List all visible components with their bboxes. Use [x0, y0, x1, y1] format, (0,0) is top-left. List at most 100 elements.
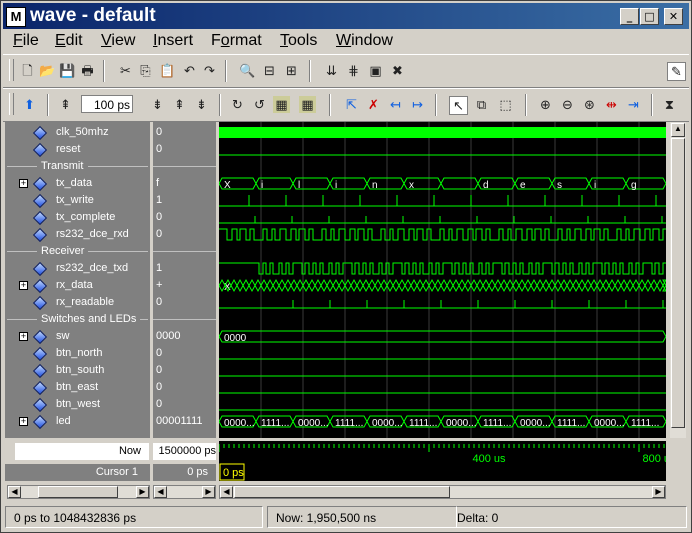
add-cursor-icon[interactable]: ⇱ [343, 96, 360, 113]
zoom-last-icon[interactable]: ⇥ [625, 96, 642, 113]
vertical-scroll-thumb[interactable] [671, 138, 685, 428]
scroll-right-button[interactable]: ▶ [202, 486, 215, 498]
expand-icon[interactable]: ⊞ [283, 62, 300, 79]
scroll-left-button[interactable]: ◀ [154, 486, 167, 498]
signal-row-btn_north[interactable]: btn_north [5, 345, 150, 362]
next-edge-icon[interactable]: ↦ [409, 96, 426, 113]
expand-plus-icon[interactable]: + [19, 417, 28, 426]
vertical-scrollbar[interactable]: ▲ [670, 122, 686, 438]
zoom-in-icon[interactable]: ⊕ [537, 96, 554, 113]
scroll-right-button[interactable]: ▶ [136, 486, 149, 498]
signal-value-clk_50mhz[interactable]: 0 [153, 124, 216, 141]
toolbar-grip[interactable] [9, 93, 14, 115]
select-mode-icon[interactable]: ↖ [449, 96, 468, 115]
restart-icon[interactable]: ▦ [273, 96, 290, 113]
expand-plus-icon[interactable]: + [19, 332, 28, 341]
zoom-full-icon[interactable]: ⊛ [581, 96, 598, 113]
scroll-up-button[interactable]: ▲ [671, 123, 685, 137]
wave-scroll-thumb[interactable] [234, 486, 450, 498]
prev-edge-icon[interactable]: ↤ [387, 96, 404, 113]
wave-compare-icon[interactable]: ⧗ [661, 96, 678, 113]
signal-value-rx_data[interactable]: + [153, 277, 216, 294]
step-icon[interactable]: ↻ [229, 96, 246, 113]
signal-value-btn_east[interactable]: 0 [153, 379, 216, 396]
copy-icon[interactable]: ⎘ [137, 62, 154, 79]
signal-value-tx_data[interactable]: f [153, 175, 216, 192]
dock-icon[interactable]: ✎ [667, 62, 686, 81]
menu-tools[interactable]: Tools [280, 32, 317, 50]
signal-row-tx_data[interactable]: + tx_data [5, 175, 150, 192]
expand-plus-icon[interactable]: + [19, 179, 28, 188]
redo-icon[interactable]: ↷ [201, 62, 218, 79]
save-icon[interactable]: 💾 [59, 62, 76, 79]
signal-row-led[interactable]: + led [5, 413, 150, 430]
step-over-icon[interactable]: ↺ [251, 96, 268, 113]
timeline-ruler[interactable]: 400 us 800 us 0 ps [219, 441, 666, 481]
menu-view[interactable]: View [101, 32, 135, 50]
signal-row-btn_east[interactable]: btn_east [5, 379, 150, 396]
up-arrow-icon[interactable]: ⬆ [21, 96, 38, 113]
compile-all-icon[interactable]: ⋕ [345, 62, 362, 79]
expand-plus-icon[interactable]: + [19, 281, 28, 290]
signal-value-btn_south[interactable]: 0 [153, 362, 216, 379]
names-hscrollbar[interactable]: ◀ ▶ [7, 485, 150, 499]
maximize-button[interactable]: □ [640, 8, 659, 25]
signal-row-sw[interactable]: + sw [5, 328, 150, 345]
open-folder-icon[interactable]: 📂 [39, 62, 56, 79]
paste-icon[interactable]: 📋 [159, 62, 176, 79]
waveform-pane[interactable]: Xi l i n x d e s i g X 0000 0000... 1111... 0000... 111… [219, 122, 666, 438]
run-icon[interactable]: ⇟ [149, 96, 166, 113]
modelsim-logo-icon[interactable]: M [6, 7, 26, 27]
simulate-icon[interactable]: ▣ [367, 62, 384, 79]
signal-value-tx_complete[interactable]: 0 [153, 209, 216, 226]
menu-file[interactable]: File [13, 32, 39, 50]
scroll-left-button[interactable]: ◀ [8, 486, 21, 498]
new-file-icon[interactable]: 🗋 [19, 62, 36, 79]
zoom-mode-icon[interactable]: ⧉ [473, 96, 490, 113]
menu-window[interactable]: Window [336, 32, 393, 50]
compile-icon[interactable]: ⇊ [323, 62, 340, 79]
signal-row-clk_50mhz[interactable]: clk_50mhz [5, 124, 150, 141]
scroll-left-button[interactable]: ◀ [220, 486, 233, 498]
signal-value-reset[interactable]: 0 [153, 141, 216, 158]
find-icon[interactable]: 🔍 [239, 62, 256, 79]
zoom-step-icon[interactable]: ⇞ [57, 96, 74, 113]
signal-row-rx_readable[interactable]: rx_readable [5, 294, 150, 311]
signal-value-rs232_dce_txd[interactable]: 1 [153, 260, 216, 277]
signal-value-led[interactable]: 00001111 [153, 413, 216, 430]
signal-values-pane[interactable]: 0 0 f 1 0 0 1 +0 0000 0 0 0 0 00001111 [153, 122, 216, 438]
menu-insert[interactable]: Insert [153, 32, 193, 50]
menu-format[interactable]: Format [211, 32, 262, 50]
signal-row-btn_west[interactable]: btn_west [5, 396, 150, 413]
minimize-button[interactable]: _ [620, 8, 639, 25]
close-button[interactable]: ✕ [664, 8, 683, 25]
signal-row-rx_data[interactable]: + rx_data [5, 277, 150, 294]
zoom-cursor-icon[interactable]: ⇹ [603, 96, 620, 113]
signal-row-tx_complete[interactable]: tx_complete [5, 209, 150, 226]
zoom-out-icon[interactable]: ⊖ [559, 96, 576, 113]
values-hscrollbar[interactable]: ◀ ▶ [153, 485, 216, 499]
run-length-input[interactable]: 100 ps [81, 95, 133, 113]
signal-row-rs232_dce_rxd[interactable]: rs232_dce_rxd [5, 226, 150, 243]
cursor-label[interactable]: Cursor 1 [5, 464, 150, 481]
collapse-icon[interactable]: ⊟ [261, 62, 278, 79]
signal-value-rx_readable[interactable]: 0 [153, 294, 216, 311]
menu-edit[interactable]: Edit [55, 32, 83, 50]
signal-value-sw[interactable]: 0000 [153, 328, 216, 345]
print-icon[interactable]: 🖶 [79, 62, 96, 79]
wave-hscrollbar[interactable]: ◀ ▶ [219, 485, 666, 499]
grid-icon[interactable]: ⬚ [497, 96, 514, 113]
run-continue-icon[interactable]: ⇞ [171, 96, 188, 113]
toolbar-grip[interactable] [9, 59, 14, 81]
signal-row-reset[interactable]: reset [5, 141, 150, 158]
run-all-icon[interactable]: ⇟ [193, 96, 210, 113]
group-header[interactable]: Switches and LEDs [5, 311, 150, 328]
signal-value-btn_west[interactable]: 0 [153, 396, 216, 413]
names-scroll-thumb[interactable] [38, 486, 118, 498]
cut-icon[interactable]: ✂ [117, 62, 134, 79]
group-header[interactable]: Transmit [5, 158, 150, 175]
group-header[interactable]: Receiver [5, 243, 150, 260]
signal-row-btn_south[interactable]: btn_south [5, 362, 150, 379]
signal-value-tx_write[interactable]: 1 [153, 192, 216, 209]
title-bar[interactable]: M wave - default _ □ ✕ [3, 3, 689, 29]
